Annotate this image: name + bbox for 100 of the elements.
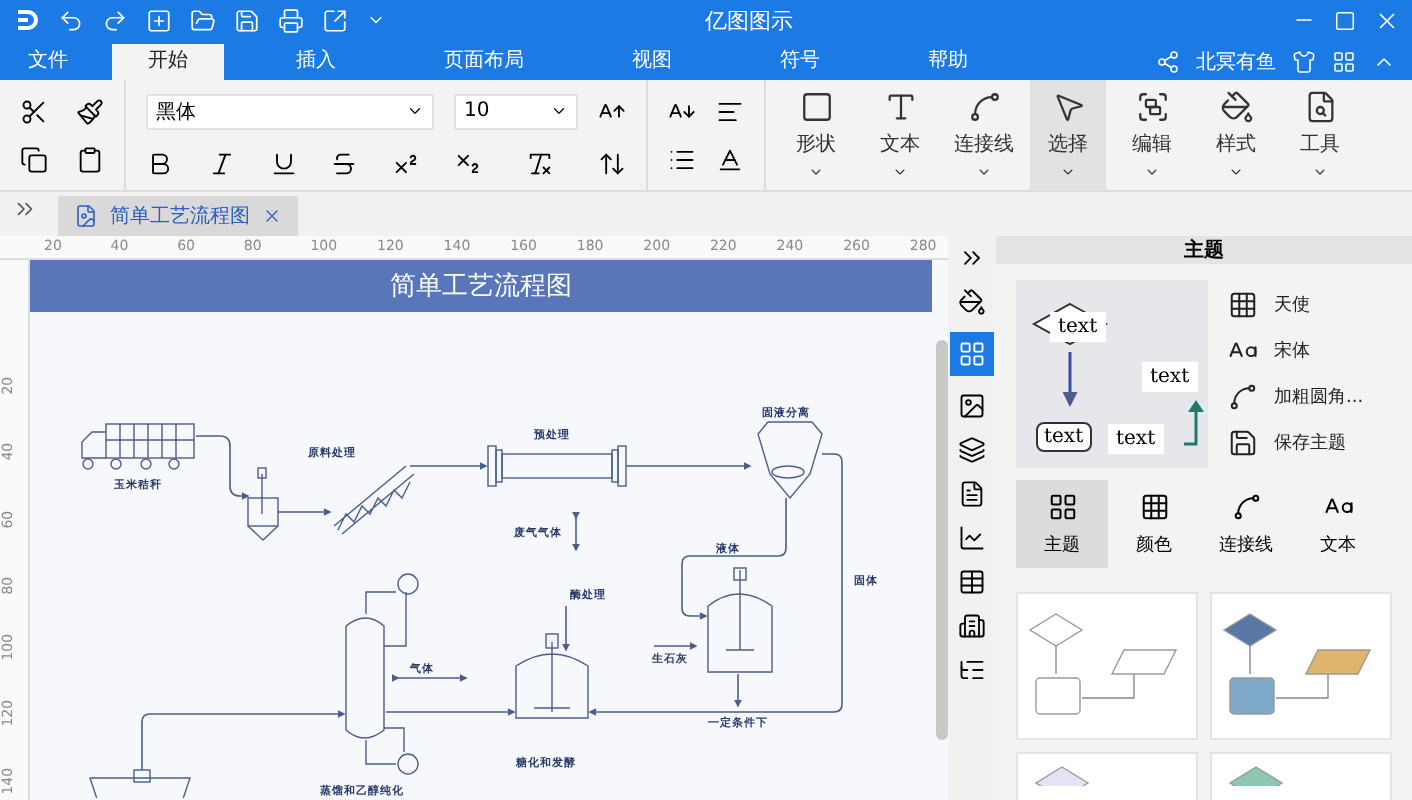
ribbon-tool-button[interactable]: 文本 (862, 80, 938, 190)
caret-icon (892, 164, 908, 180)
file-search-icon (1303, 90, 1337, 124)
table-icon[interactable] (958, 568, 986, 596)
palette-grid-icon (1228, 290, 1258, 320)
shirt-icon[interactable] (1292, 50, 1316, 74)
grid-icon (958, 340, 986, 368)
arrow-icon (1062, 352, 1078, 407)
theme-grid-icon (1047, 491, 1077, 521)
pipe-reactor-drawing (487, 445, 627, 487)
italic-icon[interactable] (207, 149, 236, 177)
flow-arrow (195, 435, 250, 500)
connector-icon (1231, 491, 1261, 521)
panel-title: 主题 (996, 236, 1412, 264)
theme-thumbnail-drawing (1034, 766, 1090, 786)
color-grid-icon (1139, 491, 1169, 521)
scissors-icon[interactable] (20, 97, 48, 125)
menu-tab[interactable]: 视图 (596, 44, 708, 80)
preview-text: text (1036, 422, 1092, 452)
clear-format-icon[interactable] (526, 149, 554, 177)
ribbon-tool-button[interactable]: 工具 (1282, 80, 1358, 190)
clipboard-icon[interactable] (76, 145, 104, 173)
redo-icon[interactable] (102, 7, 128, 33)
ribbon-tool-button[interactable]: 连接线 (946, 80, 1022, 190)
menu-tab[interactable]: 文件 (0, 44, 96, 80)
document-icon (74, 204, 98, 228)
preview-text: text (1142, 362, 1198, 392)
font-color-icon[interactable] (716, 145, 744, 173)
font-size-dropdown[interactable]: 10 (454, 93, 578, 129)
menu-tab[interactable]: 帮助 (892, 44, 1004, 80)
font-family-dropdown[interactable]: 黑体 (146, 93, 434, 129)
save-icon[interactable] (234, 7, 260, 33)
new-file-icon[interactable] (146, 7, 172, 33)
theme-panel-button[interactable] (950, 332, 994, 376)
subscript-icon[interactable] (454, 149, 482, 177)
print-icon[interactable] (278, 7, 304, 33)
text-icon (883, 90, 917, 124)
image-icon[interactable] (958, 392, 986, 420)
share-icon[interactable] (1156, 50, 1180, 74)
preview-text: text (1050, 312, 1106, 342)
menu-tab[interactable]: 开始 (112, 44, 224, 80)
window-title: 亿图图示 (703, 5, 795, 35)
separator-drawing (757, 421, 823, 500)
ribbon-tool-button[interactable]: 编辑 (1114, 80, 1190, 190)
fermenter-drawing (515, 633, 589, 719)
arrow-icon (1184, 400, 1204, 446)
flow-arrow (277, 508, 332, 516)
caret-icon (1312, 164, 1328, 180)
layers-icon[interactable] (958, 436, 986, 464)
copy-icon[interactable] (20, 145, 48, 173)
theme-option[interactable]: 加粗圆角... (1228, 382, 1364, 412)
theme-thumbnail[interactable] (1016, 592, 1198, 740)
apps-grid-icon[interactable] (1332, 50, 1356, 74)
chart-icon[interactable] (958, 524, 986, 552)
line-spacing-icon[interactable] (598, 149, 626, 177)
folder-icon[interactable] (190, 7, 216, 33)
basin-drawing (89, 769, 191, 798)
caret-icon (976, 164, 992, 180)
panel-tab[interactable]: 连接线 (1200, 480, 1292, 568)
flow-arrow (409, 462, 488, 470)
theme-option[interactable]: 保存主题 (1228, 428, 1364, 458)
ribbon-tool-button[interactable]: 选择 (1030, 80, 1106, 190)
panel-tab[interactable]: 文本 (1292, 480, 1384, 568)
user-name[interactable]: 北冥有鱼 (1196, 48, 1276, 76)
app-logo-icon (12, 6, 40, 34)
align-icon[interactable] (716, 97, 744, 125)
ribbon-tool-button[interactable]: 形状 (778, 80, 854, 190)
theme-option[interactable]: 天使 (1228, 290, 1364, 320)
paint-bucket-icon[interactable] (958, 288, 986, 316)
panel-tab[interactable]: 颜色 (1108, 480, 1200, 568)
theme-option[interactable]: 宋体 (1228, 336, 1364, 366)
strikethrough-icon[interactable] (330, 149, 359, 177)
menu-tab[interactable]: 页面布局 (408, 44, 560, 80)
scrollbar-thumb[interactable] (936, 340, 948, 740)
caret-icon (406, 102, 424, 120)
theme-thumbnail[interactable] (1210, 592, 1392, 740)
format-brush-icon[interactable] (76, 97, 104, 125)
panel-tab[interactable]: 主题 (1016, 480, 1108, 568)
outline-icon[interactable] (958, 656, 986, 684)
superscript-icon[interactable] (392, 149, 421, 177)
underline-icon[interactable] (269, 149, 298, 177)
square-icon (799, 90, 833, 124)
building-icon[interactable] (958, 612, 986, 640)
ribbon-tool-button[interactable]: 样式 (1198, 80, 1274, 190)
connector-icon (1228, 382, 1258, 412)
diagram-title-banner: 简单工艺流程图 (30, 260, 932, 312)
undo-icon[interactable] (58, 7, 84, 33)
paint-bucket-icon (1219, 90, 1253, 124)
caret-icon (1228, 164, 1244, 180)
menu-tab[interactable]: 插入 (260, 44, 372, 80)
document-icon[interactable] (958, 480, 986, 508)
truck-drawing (81, 423, 195, 470)
menu-tab[interactable]: 符号 (744, 44, 856, 80)
document-tab[interactable]: 简单工艺流程图 (58, 196, 298, 236)
export-icon[interactable] (322, 7, 348, 33)
close-icon[interactable] (262, 206, 282, 226)
maximize-icon[interactable] (1334, 9, 1356, 31)
bold-icon[interactable] (146, 149, 174, 177)
caret-icon (808, 164, 824, 180)
theme-thumbnail-drawing (1228, 766, 1284, 786)
